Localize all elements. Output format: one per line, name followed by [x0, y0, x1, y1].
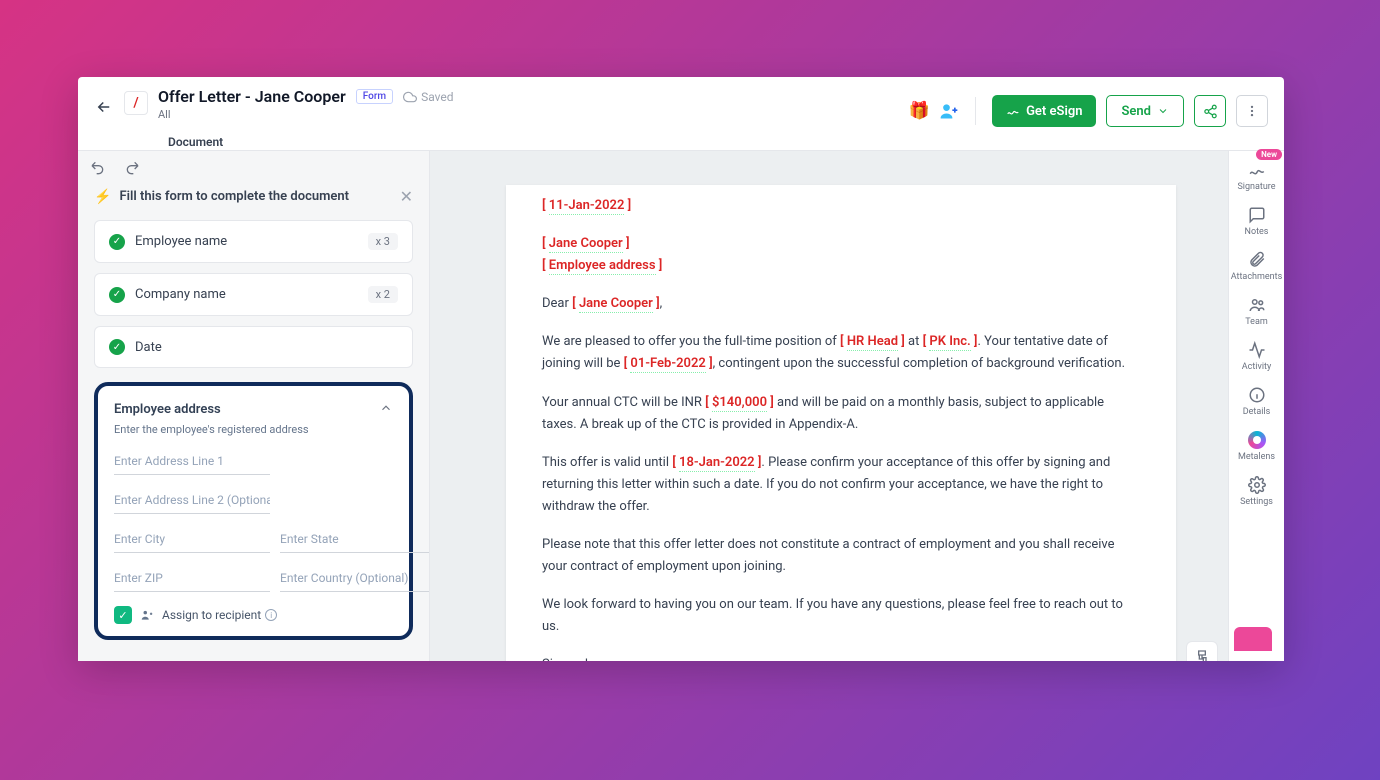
check-icon: ✓: [109, 234, 125, 250]
country-input[interactable]: [280, 563, 429, 592]
rail-details[interactable]: Details: [1229, 386, 1284, 417]
token-role[interactable]: HR Head: [847, 334, 898, 351]
zip-input[interactable]: [114, 563, 270, 592]
rail-team[interactable]: Team: [1229, 296, 1284, 327]
document-canvas[interactable]: [ 11-Jan-2022 ] [ Jane Cooper ] [ Employ…: [430, 151, 1228, 661]
cloud-icon: [403, 90, 417, 104]
token-employee-name[interactable]: Jane Cooper: [579, 296, 653, 313]
form-chip: Form: [356, 89, 393, 104]
field-count: x 3: [368, 233, 398, 250]
app-window: / Offer Letter - Jane Cooper Form Saved …: [78, 77, 1284, 661]
signature-icon: [1006, 104, 1020, 118]
send-button[interactable]: Send: [1106, 95, 1184, 127]
back-button[interactable]: [90, 93, 118, 121]
assign-label: Assign to recipient i: [162, 608, 277, 622]
close-panel-button[interactable]: ✕: [400, 187, 413, 206]
right-rail: New Signature Notes Attachments Team Act…: [1228, 151, 1284, 661]
rail-signature[interactable]: Signature: [1229, 161, 1284, 192]
state-input[interactable]: [280, 524, 429, 553]
token-date[interactable]: 11-Jan-2022: [549, 198, 625, 215]
undo-button[interactable]: [88, 157, 108, 177]
share-button[interactable]: [1194, 95, 1226, 127]
more-vertical-icon: [1245, 104, 1259, 118]
address-line1-input[interactable]: [114, 446, 270, 475]
active-field-subtitle: Enter the employee's registered address: [114, 423, 393, 436]
share-icon: [1203, 104, 1218, 119]
add-user-icon[interactable]: [939, 101, 959, 121]
field-label: Employee name: [135, 234, 358, 249]
top-bar: / Offer Letter - Jane Cooper Form Saved …: [78, 77, 1284, 151]
token-join-date[interactable]: 01-Feb-2022: [630, 356, 705, 373]
rail-activity[interactable]: Activity: [1229, 341, 1284, 372]
rail-notes[interactable]: Notes: [1229, 206, 1284, 237]
field-count: x 2: [368, 286, 398, 303]
field-card-employee-address[interactable]: Employee address Enter the employee's re…: [94, 382, 413, 640]
token-ctc[interactable]: $140,000: [712, 395, 767, 412]
field-card-company-name[interactable]: ✓ Company name x 2: [94, 273, 413, 316]
bolt-icon: ⚡: [94, 189, 111, 205]
rail-settings[interactable]: Settings: [1229, 476, 1284, 507]
city-input[interactable]: [114, 524, 270, 553]
redo-button[interactable]: [122, 157, 142, 177]
chevron-up-icon[interactable]: [379, 400, 393, 419]
doc-type-icon: /: [124, 91, 148, 115]
body: ⚡ Fill this form to complete the documen…: [78, 151, 1284, 661]
check-icon: ✓: [109, 287, 125, 303]
field-card-date[interactable]: ✓ Date: [94, 326, 413, 368]
new-badge: New: [1256, 149, 1282, 160]
user-plus-icon: [140, 608, 154, 622]
check-icon: ✓: [109, 339, 125, 355]
document-page: [ 11-Jan-2022 ] [ Jane Cooper ] [ Employ…: [506, 185, 1176, 661]
metalens-icon: [1248, 431, 1266, 449]
field-label: Company name: [135, 287, 358, 302]
form-panel: ⚡ Fill this form to complete the documen…: [78, 151, 430, 661]
format-paint-button[interactable]: [1186, 641, 1218, 662]
token-company[interactable]: PK Inc.: [929, 334, 970, 351]
token-employee-address[interactable]: Employee address: [549, 258, 656, 275]
token-employee-name[interactable]: Jane Cooper: [549, 236, 623, 253]
token-valid-until[interactable]: 18-Jan-2022: [679, 455, 755, 472]
assign-checkbox[interactable]: ✓: [114, 606, 132, 624]
get-esign-button[interactable]: Get eSign: [992, 95, 1096, 127]
form-panel-title: Fill this form to complete the document: [119, 189, 391, 204]
doc-subtitle: All: [158, 108, 454, 121]
address-line2-input[interactable]: [114, 485, 270, 514]
saved-indicator: Saved: [403, 90, 453, 104]
info-icon[interactable]: i: [265, 609, 277, 621]
field-card-employee-name[interactable]: ✓ Employee name x 3: [94, 220, 413, 263]
rail-attachments[interactable]: Attachments: [1229, 251, 1284, 282]
active-field-title: Employee address: [114, 402, 379, 417]
more-button[interactable]: [1236, 95, 1268, 127]
field-label: Date: [135, 340, 398, 355]
rail-metalens[interactable]: Metalens: [1229, 431, 1284, 462]
gift-icon[interactable]: 🎁: [909, 101, 929, 121]
help-fab[interactable]: [1234, 627, 1272, 651]
doc-title: Offer Letter - Jane Cooper: [158, 87, 346, 106]
chevron-down-icon: [1157, 105, 1169, 117]
